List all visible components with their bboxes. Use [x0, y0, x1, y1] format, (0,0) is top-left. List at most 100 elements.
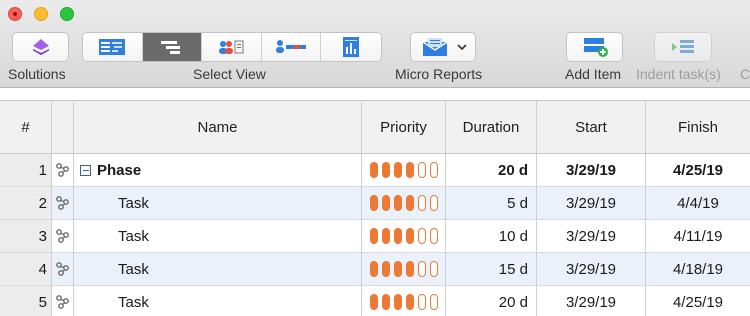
task-name: Task: [118, 293, 149, 311]
priority-cell[interactable]: [362, 286, 446, 316]
header-finish[interactable]: Finish: [646, 101, 750, 153]
view-gantt-table-button[interactable]: [83, 33, 143, 61]
view-resource-usage-button[interactable]: [262, 33, 322, 61]
priority-pill: [417, 228, 426, 244]
link-chain-icon: [55, 295, 69, 309]
table-row[interactable]: 1 Phase 20 d 3/29/19 4/25/19: [0, 154, 750, 187]
task-name-cell[interactable]: Phase: [74, 154, 362, 186]
start-cell[interactable]: 3/29/19: [537, 220, 646, 252]
task-name-cell[interactable]: Task: [74, 187, 362, 219]
duration-cell[interactable]: 20 d: [446, 154, 537, 186]
row-number[interactable]: 1: [0, 154, 52, 186]
row-number[interactable]: 5: [0, 286, 52, 316]
micro-reports-label: Micro Reports: [395, 66, 483, 82]
window-close-button[interactable]: [8, 7, 22, 21]
link-chain-icon: [55, 229, 69, 243]
resource-people-icon: [219, 40, 244, 54]
start-cell[interactable]: 3/29/19: [537, 187, 646, 219]
gantt-table-icon: [99, 39, 126, 55]
duration-cell[interactable]: 15 d: [446, 253, 537, 285]
priority-pill: [417, 195, 426, 211]
priority-pill: [393, 261, 402, 277]
priority-pill: [417, 162, 426, 178]
priority-pill: [405, 195, 414, 211]
task-name-cell[interactable]: Task: [74, 220, 362, 252]
header-priority[interactable]: Priority: [362, 101, 446, 153]
finish-cell[interactable]: 4/4/19: [646, 187, 750, 219]
indent-tasks-button[interactable]: [654, 32, 712, 62]
priority-pill: [405, 261, 414, 277]
priority-pill: [417, 294, 426, 310]
solutions-label: Solutions: [8, 66, 66, 82]
duration-cell[interactable]: 20 d: [446, 286, 537, 316]
add-item-button[interactable]: [566, 32, 623, 62]
task-name-cell[interactable]: Task: [74, 253, 362, 285]
add-item-label: Add Item: [565, 66, 622, 82]
task-name: Phase: [97, 161, 142, 179]
priority-cell[interactable]: [362, 253, 446, 285]
row-number[interactable]: 4: [0, 253, 52, 285]
row-number[interactable]: 2: [0, 187, 52, 219]
start-cell[interactable]: 3/29/19: [537, 253, 646, 285]
row-number[interactable]: 3: [0, 220, 52, 252]
task-name: Task: [118, 260, 149, 278]
indent-icon: [672, 40, 694, 53]
table-row[interactable]: 4 Task 15 d 3/29/19 4/18/19: [0, 253, 750, 286]
header-start[interactable]: Start: [537, 101, 646, 153]
priority-cell[interactable]: [362, 220, 446, 252]
duration-cell[interactable]: 5 d: [446, 187, 537, 219]
row-link-cell[interactable]: [52, 220, 74, 252]
task-name-cell[interactable]: Task: [74, 286, 362, 316]
priority-cell[interactable]: [362, 154, 446, 186]
finish-cell[interactable]: 4/18/19: [646, 253, 750, 285]
header-duration[interactable]: Duration: [446, 101, 537, 153]
priority-pill: [429, 162, 438, 178]
priority-pill: [381, 162, 390, 178]
finish-cell[interactable]: 4/11/19: [646, 220, 750, 252]
priority-pill: [429, 195, 438, 211]
header-name[interactable]: Name: [74, 101, 362, 153]
priority-pill: [369, 261, 378, 277]
start-cell[interactable]: 3/29/19: [537, 154, 646, 186]
grid-header: # Name Priority Duration Start Finish: [0, 100, 750, 154]
view-resources-button[interactable]: [202, 33, 262, 61]
priority-pill: [429, 294, 438, 310]
priority-cell[interactable]: [362, 187, 446, 219]
priority-pill: [381, 294, 390, 310]
micro-reports-button[interactable]: [410, 32, 476, 62]
view-report-button[interactable]: [321, 33, 381, 61]
priority-pill: [429, 261, 438, 277]
priority-pill: [369, 228, 378, 244]
row-link-cell[interactable]: [52, 154, 74, 186]
add-row-icon: [583, 38, 608, 57]
priority-pill: [405, 228, 414, 244]
finish-cell[interactable]: 4/25/19: [646, 154, 750, 186]
link-chain-icon: [55, 262, 69, 276]
row-link-cell[interactable]: [52, 187, 74, 219]
priority-pill: [417, 261, 426, 277]
row-link-cell[interactable]: [52, 253, 74, 285]
priority-pill: [393, 162, 402, 178]
start-cell[interactable]: 3/29/19: [537, 286, 646, 316]
chevron-down-icon: [457, 43, 467, 50]
table-row[interactable]: 2 Task 5 d 3/29/19 4/4/19: [0, 187, 750, 220]
collapse-toggle-icon[interactable]: [80, 164, 91, 176]
link-chain-icon: [55, 196, 69, 210]
row-link-cell[interactable]: [52, 286, 74, 316]
priority-pill: [369, 162, 378, 178]
select-view-label: Select View: [193, 66, 266, 82]
window-minimize-button[interactable]: [34, 7, 48, 21]
solutions-button[interactable]: [12, 32, 69, 62]
priority-pill: [381, 228, 390, 244]
gantt-bars-icon: [160, 41, 180, 54]
overflow-label: C: [740, 66, 750, 82]
table-row[interactable]: 5 Task 20 d 3/29/19 4/25/19: [0, 286, 750, 316]
header-number[interactable]: #: [0, 101, 52, 153]
window-zoom-button[interactable]: [60, 7, 74, 21]
table-row[interactable]: 3 Task 10 d 3/29/19 4/11/19: [0, 220, 750, 253]
view-gantt-bars-button[interactable]: [142, 33, 203, 61]
toolbar: Solutions Select View Micro Reports Add …: [0, 0, 750, 88]
finish-cell[interactable]: 4/25/19: [646, 286, 750, 316]
diamond-stack-icon: [32, 39, 49, 55]
duration-cell[interactable]: 10 d: [446, 220, 537, 252]
